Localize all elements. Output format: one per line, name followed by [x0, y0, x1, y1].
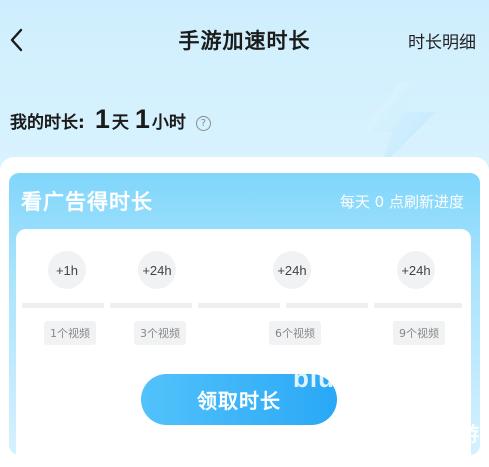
ad-panel-title: 看广告得时长 [21, 190, 153, 214]
milestone-area: +1h +24h +24h +24h 1个视频 3个视频 6个视频 9个视频 领… [16, 229, 471, 455]
watermark-text: biu [293, 363, 335, 393]
milestone-reward: +24h [138, 251, 176, 289]
milestone-reward: +24h [397, 251, 435, 289]
duration-details-link[interactable]: 时长明细 [408, 28, 476, 53]
milestone-requirement: 9个视频 [393, 321, 445, 345]
balance-label: 我的时长: [10, 113, 85, 133]
hours-value: 1 [134, 104, 150, 134]
my-duration-balance: 我的时长: 1 天 1 小时 ? [10, 104, 211, 138]
refresh-note: 每天 0 点刷新进度 [339, 193, 464, 211]
ad-reward-panel: 看广告得时长 每天 0 点刷新进度 +1h +24h +24h +24h 1个视… [9, 173, 480, 455]
milestone-requirement: 3个视频 [134, 321, 186, 345]
nine-game-watermark-logo: 九游 [416, 421, 479, 446]
top-bar: 手游加速时长 时长明细 [0, 0, 489, 80]
milestone-requirement: 6个视频 [269, 321, 321, 345]
milestone-reward: +24h [273, 251, 311, 289]
days-value: 1 [94, 104, 110, 134]
milestone-requirement: 1个视频 [44, 321, 96, 345]
progress-track [22, 303, 462, 308]
days-unit: 天 [111, 113, 129, 133]
hours-unit: 小时 [151, 113, 186, 133]
svg-text:九游: 九游 [438, 422, 479, 446]
question-circle-icon[interactable]: ? [195, 115, 211, 131]
milestone-reward: +1h [48, 251, 86, 289]
